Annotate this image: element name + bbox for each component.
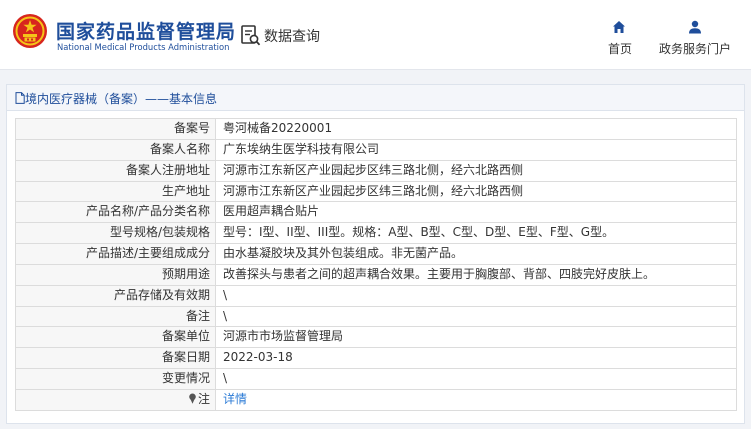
row-value: \ [216,306,737,328]
row-value: 由水基凝胶块及其外包装组成。非无菌产品。 [216,244,737,265]
row-label: 备案单位 [16,327,216,349]
row-label: 产品描述/主要组成成分 [16,244,216,265]
row-value: 型号：I型、II型、III型。规格：A型、B型、C型、D型、E型、F型、G型。 [216,223,737,245]
row-value: 医用超声耦合贴片 [216,202,737,224]
table-row: 产品存储及有效期 \ [16,285,737,307]
table-row: 预期用途 改善探头与患者之间的超声耦合效果。主要用于胸腹部、背部、四肢完好皮肤上。 [16,264,737,286]
home-icon [613,21,625,33]
row-label: 生产地址 [16,181,216,203]
data-query-title: 数据查询 [264,29,320,45]
row-value: \ [216,285,737,307]
details-link[interactable]: 详情 [223,392,247,406]
note-label-cell: 注 [16,389,216,411]
row-value: 河源市市场监督管理局 [216,327,737,349]
nav-service-portal-link[interactable]: 政务服务门户 [655,20,735,60]
table-row: 备案人名称 广东埃纳生医学科技有限公司 [16,139,737,161]
table-row: 产品描述/主要组成成分 由水基凝胶块及其外包装组成。非无菌产品。 [16,244,737,265]
row-value: 2022-03-18 [216,348,737,370]
table-row: 产品名称/产品分类名称 医用超声耦合贴片 [16,202,737,224]
row-value: 河源市江东新区产业园起步区纬三路北侧，经六北路西侧 [216,181,737,203]
row-label: 备案人注册地址 [16,160,216,182]
table-row: 备案号 粤河械备20220001 [16,119,737,140]
note-label: 注 [197,391,210,406]
row-label: 产品名称/产品分类名称 [16,202,216,224]
table-row: 备案单位 河源市市场监督管理局 [16,327,737,349]
row-label: 变更情况 [16,369,216,390]
note-value-cell: 详情 [216,389,737,411]
note-row: 注 详情 [16,389,737,411]
table-row: 备案人注册地址 河源市江东新区产业园起步区纬三路北侧，经六北路西侧 [16,160,737,182]
table-row: 型号规格/包装规格 型号：I型、II型、III型。规格：A型、B型、C型、D型、E… [16,223,737,245]
row-label: 型号规格/包装规格 [16,223,216,245]
table-row: 变更情况 \ [16,369,737,390]
row-value: 河源市江东新区产业园起步区纬三路北侧，经六北路西侧 [216,160,737,182]
nav-home-label: 首页 [607,42,632,56]
row-value: 改善探头与患者之间的超声耦合效果。主要用于胸腹部、背部、四肢完好皮肤上。 [216,264,737,286]
brand-subtitle: National Medical Products Administration [57,42,230,52]
nav-home-link[interactable]: 首页 [600,20,640,60]
national-emblem-icon [13,14,47,48]
row-label: 备案日期 [16,348,216,370]
panel-title: 境内医疗器械（备案）——基本信息 [25,92,218,106]
row-label: 备注 [16,306,216,328]
info-table: 备案号 粤河械备20220001 备案人名称 广东埃纳生医学科技有限公司 备案人注册… [15,118,737,411]
site-header: 国家药品监督管理局 National Medical Products Admi… [0,0,751,70]
document-search-icon [241,25,261,46]
table-row: 备案日期 2022-03-18 [16,348,737,370]
row-label: 备案人名称 [16,139,216,161]
panel-header: 境内医疗器械（备案）——基本信息 [7,85,744,111]
table-row: 生产地址 河源市江东新区产业园起步区纬三路北侧，经六北路西侧 [16,181,737,203]
row-value: 广东埃纳生医学科技有限公司 [216,139,737,161]
brand-title[interactable]: 国家药品监督管理局 [56,17,236,44]
table-row: 备注 \ [16,306,737,328]
row-value: \ [216,369,737,390]
basic-info-panel: 境内医疗器械（备案）——基本信息 备案号 粤河械备20220001 备案人名称 广东… [6,84,745,424]
row-label: 备案号 [16,119,216,140]
user-icon [689,20,701,34]
nav-service-portal-label: 政务服务门户 [658,42,731,56]
document-icon [15,92,25,104]
row-value: 粤河械备20220001 [216,119,737,140]
row-label: 产品存储及有效期 [16,285,216,307]
pin-icon [189,393,196,404]
row-label: 预期用途 [16,264,216,286]
